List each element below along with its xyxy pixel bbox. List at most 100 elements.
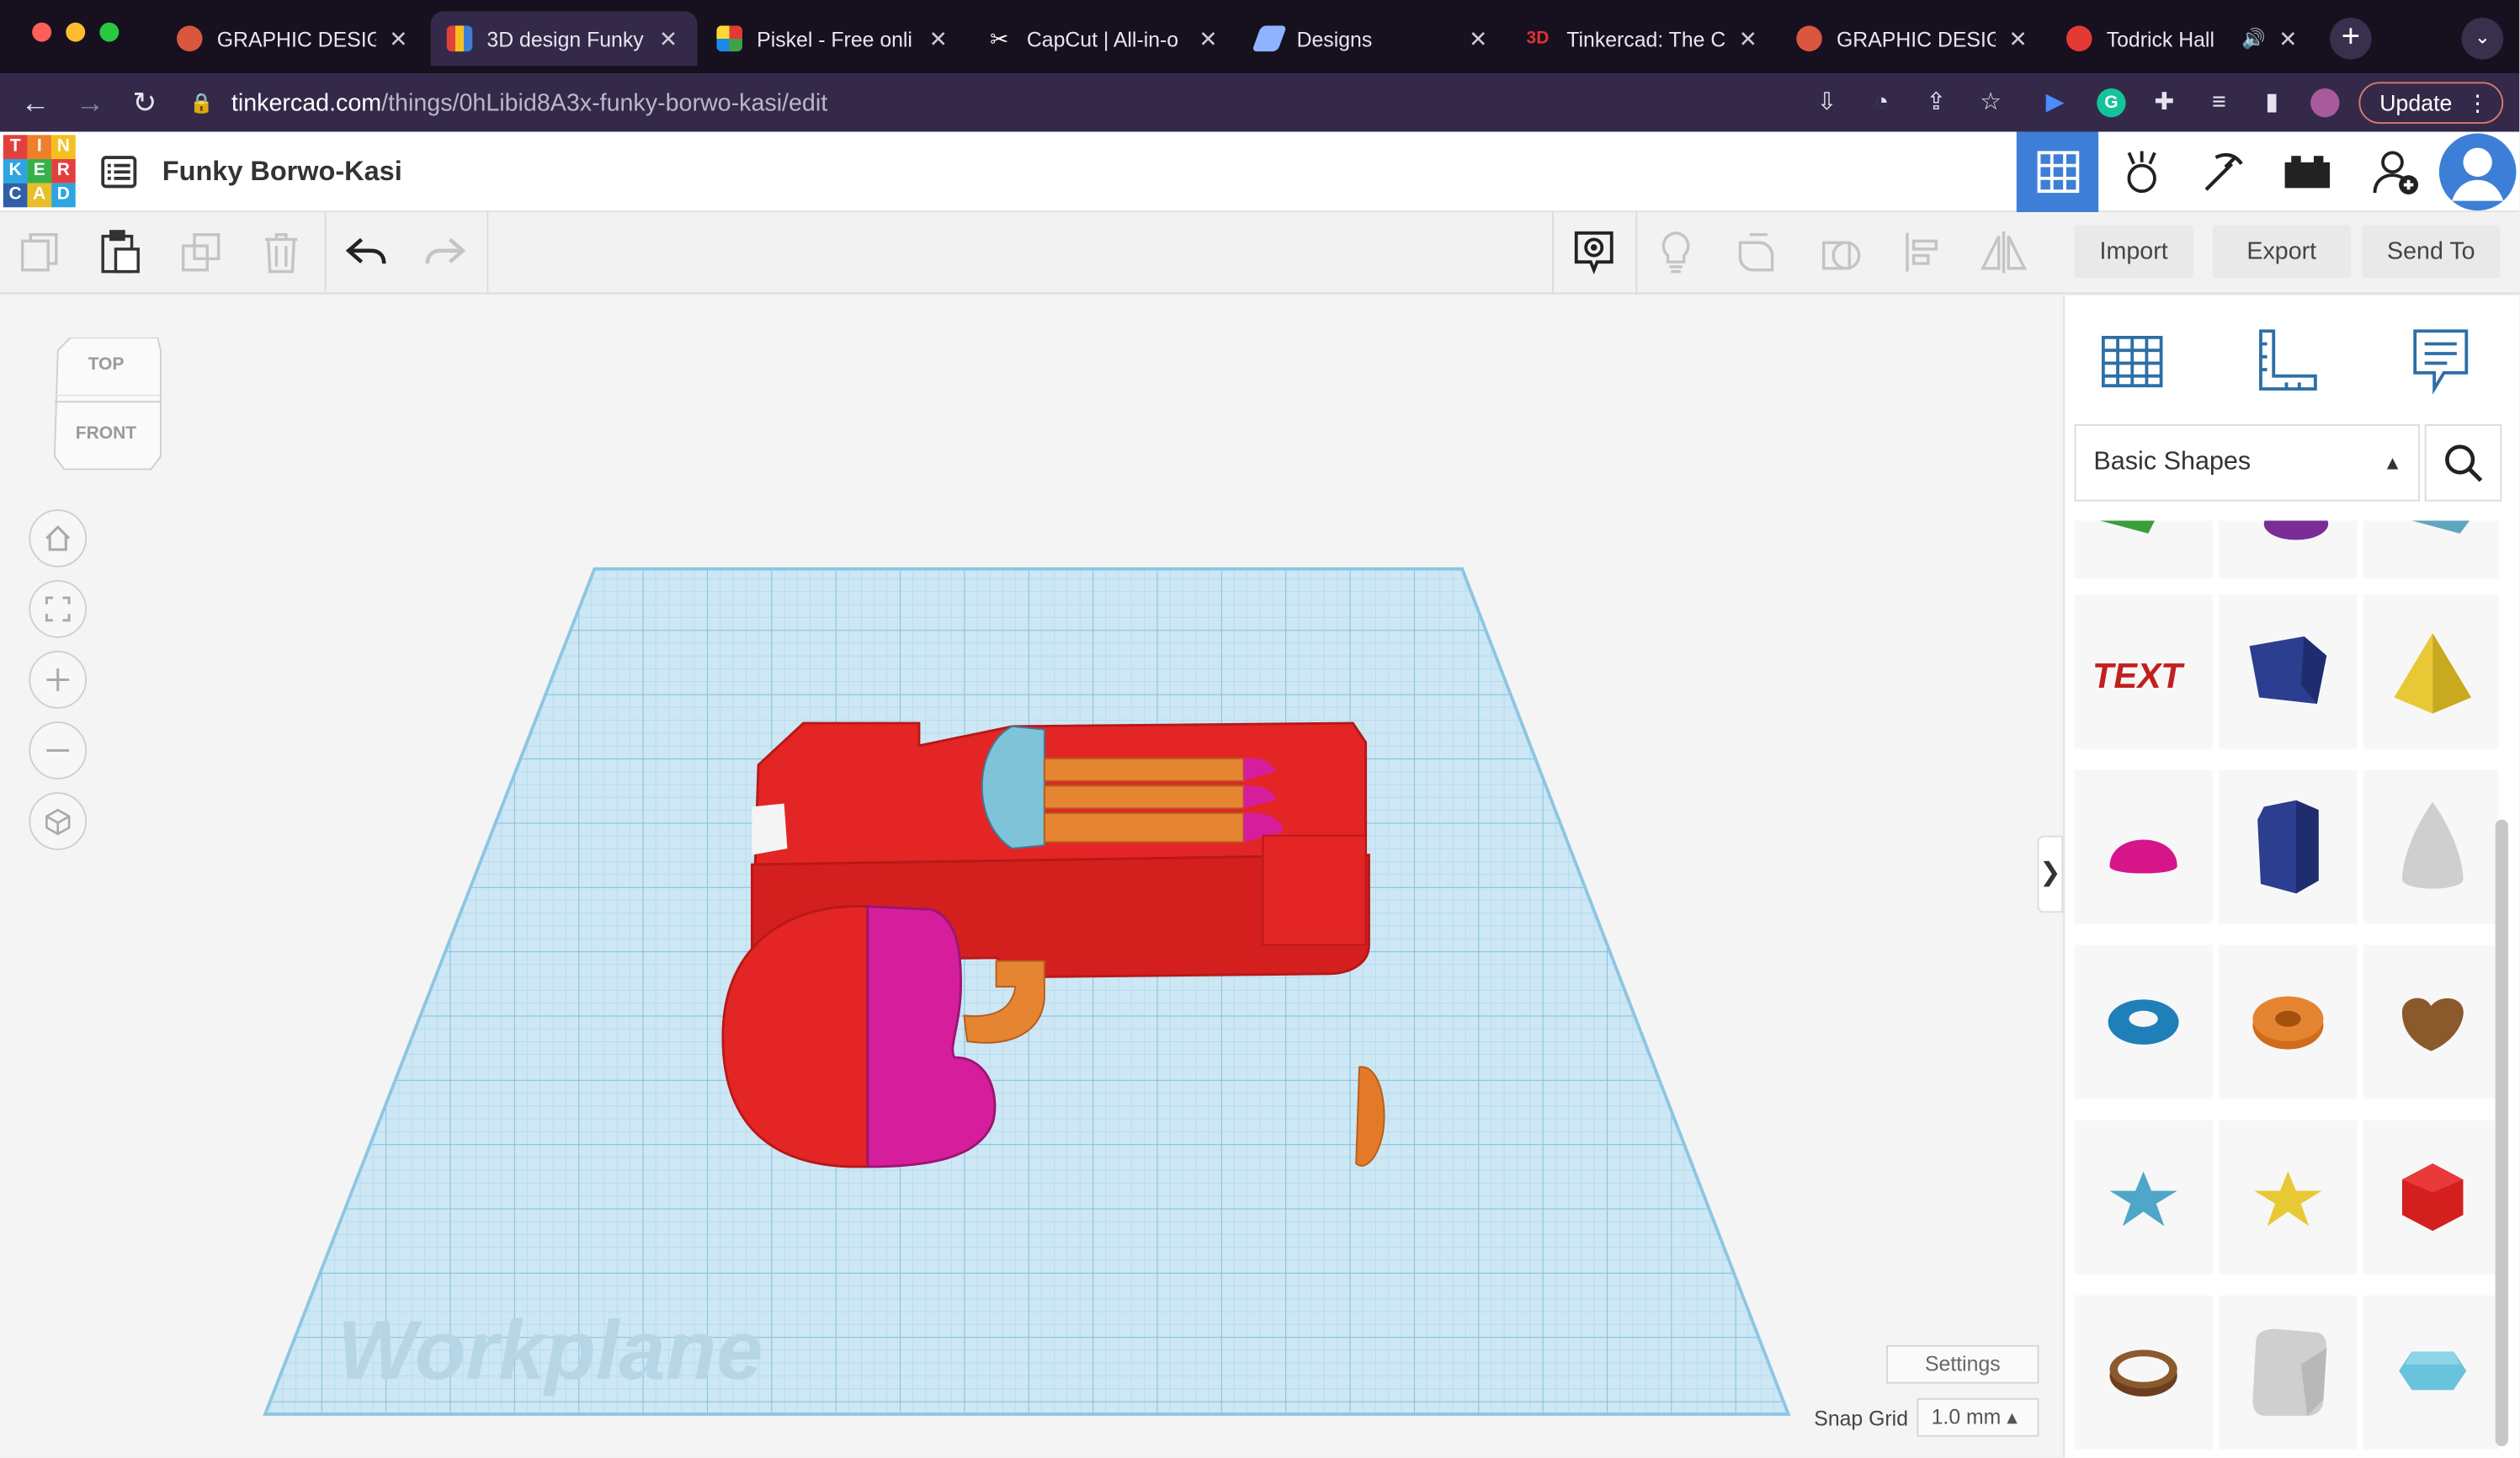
delete-trash-icon[interactable] [241,212,321,292]
tinkercad-logo[interactable]: T I N K E R C A D [3,135,77,209]
browser-tab[interactable]: GRAPHIC DESIGN ✕ [1780,11,2047,66]
browser-tab[interactable]: Todrick Hall 🔊 ✕ [2050,11,2317,66]
box-shape-tile[interactable] [2219,594,2358,749]
minimize-window-button[interactable] [66,22,86,42]
maximize-window-button[interactable] [99,22,120,42]
paste-icon[interactable] [80,212,160,292]
design-title[interactable]: Funky Borwo-Kasi [162,156,402,188]
viewcube-top-face[interactable]: TOP [51,355,161,375]
select-arrows-icon: ▲ [2383,451,2402,475]
hexagonal-prism-shape-tile[interactable] [2219,769,2358,924]
workplane-grid-icon[interactable] [2084,311,2181,408]
profile-avatar[interactable] [2310,88,2340,118]
browser-tab[interactable]: 3D Tinkercad: The C ✕ [1510,11,1777,66]
close-tab-icon[interactable]: ✕ [656,25,682,52]
tab-label: Piskel - Free onli [757,26,912,51]
side-panel-icon[interactable]: ▮ [2257,88,2286,117]
update-button[interactable]: Update ⋮ [2358,82,2504,124]
search-shapes-button[interactable] [2424,423,2502,502]
copy-icon[interactable] [0,212,80,292]
workplane[interactable]: Workplane [257,566,1800,1423]
perspective-toggle-button[interactable] [29,792,88,850]
pickaxe-icon[interactable] [2182,132,2263,212]
align-icon[interactable] [1883,212,1963,292]
address-bar[interactable]: 🔒 tinkercad.com/things/0hLibid8A3x-funky… [177,80,2024,125]
ring-shape-tile[interactable] [2074,1295,2213,1450]
rounded-box-shape-tile[interactable] [2219,1295,2358,1450]
redo-icon[interactable] [405,212,485,292]
view-cube[interactable]: TOP FRONT [51,337,162,471]
tab-search-button[interactable]: ⌄ [2461,17,2504,60]
extensions-puzzle-icon[interactable]: ✚ [2150,88,2178,117]
extension-play-icon[interactable]: ▶ [2040,88,2069,117]
user-avatar[interactable] [2436,132,2517,212]
duplicate-icon[interactable] [161,212,241,292]
browser-tab-active[interactable]: 3D design Funky ✕ [430,11,698,67]
browser-tab[interactable]: Designs ✕ [1241,11,1507,66]
snap-grid-select[interactable]: 1.0 mm ▴ [1917,1397,2039,1437]
half-sphere-shape-tile[interactable] [2074,769,2213,924]
browser-tab[interactable]: ✂ CapCut | All-in-o ✕ [970,11,1237,66]
lego-brick-icon[interactable] [2266,132,2347,212]
bookmark-star-icon[interactable]: ☆ [1976,88,2005,117]
share-icon[interactable]: ⇪ [1922,88,1950,117]
install-app-icon[interactable]: ⇩ [1812,88,1841,117]
export-button[interactable]: Export [2212,225,2351,279]
url-host: tinkercad.com [231,88,382,117]
audio-playing-icon[interactable]: 🔊 [2241,27,2266,50]
shape-category-select[interactable]: Basic Shapes ▲ [2074,423,2420,502]
star-shape-yellow-tile[interactable] [2219,1120,2358,1274]
close-tab-icon[interactable]: ✕ [2275,25,2301,52]
zoom-out-button[interactable] [29,721,88,780]
tab-favicon-icon [716,25,742,52]
close-tab-icon[interactable]: ✕ [1465,25,1491,52]
add-user-icon[interactable] [2354,132,2436,212]
toolbar-divider [486,211,489,293]
zoom-in-button[interactable] [29,651,88,709]
paraboloid-shape-tile[interactable] [2363,769,2499,924]
close-tab-icon[interactable]: ✕ [2005,25,2031,52]
new-tab-button[interactable]: + [2330,17,2372,60]
fit-view-button[interactable] [29,580,88,638]
close-window-button[interactable] [32,22,52,42]
close-tab-icon[interactable]: ✕ [926,25,952,52]
ruler-icon[interactable] [2238,311,2335,408]
mirror-icon[interactable] [1964,212,2044,292]
star-shape-tile[interactable] [2074,1120,2213,1274]
grammarly-icon[interactable]: G [2097,88,2126,118]
group-icon[interactable] [1718,212,1798,292]
3d-view-grid-button[interactable] [2016,131,2099,212]
3d-viewport[interactable]: TOP FRONT Workplane Settings Snap Grid 1… [0,295,2064,1458]
browser-tab[interactable]: Piskel - Free onli ✕ [700,11,967,66]
close-tab-icon[interactable]: ✕ [1736,25,1762,52]
torus-shape-tile[interactable] [2074,945,2213,1099]
home-view-button[interactable] [29,509,88,567]
design-list-icon[interactable] [99,152,138,191]
tube-shape-tile[interactable] [2219,945,2358,1099]
text-shape-tile[interactable]: TEXT [2074,594,2213,749]
back-arrow-icon[interactable]: ← [16,83,55,122]
notes-icon[interactable] [2393,311,2490,408]
pyramid-shape-tile[interactable] [2363,594,2499,749]
show-notes-icon[interactable] [1554,212,1634,292]
polygon-shape-tile[interactable] [2363,1295,2499,1450]
viewcube-front-face[interactable]: FRONT [51,424,161,444]
performance-icon[interactable]: ◔ [1867,88,1895,117]
browser-tab[interactable]: GRAPHIC DESIGN ✕ [161,11,428,66]
lightbulb-icon[interactable] [1635,212,1715,292]
reload-icon[interactable]: ↻ [125,83,164,122]
shapes-scrollbar[interactable] [2495,819,2508,1447]
sim-lab-icon[interactable] [2100,132,2182,212]
import-button[interactable]: Import [2074,225,2193,279]
send-to-button[interactable]: Send To [2362,225,2501,279]
close-tab-icon[interactable]: ✕ [385,25,412,52]
media-controls-icon[interactable]: ≡ [2204,88,2233,117]
heart-shape-tile[interactable] [2363,945,2499,1099]
settings-button[interactable]: Settings [1886,1344,2039,1384]
undo-icon[interactable] [327,212,407,292]
close-tab-icon[interactable]: ✕ [1195,25,1221,52]
ungroup-icon[interactable] [1801,212,1881,292]
collapse-panel-button[interactable]: ❯ [2037,835,2064,913]
icosahedron-shape-tile[interactable] [2363,1120,2499,1274]
forward-arrow-icon[interactable]: → [71,83,109,122]
